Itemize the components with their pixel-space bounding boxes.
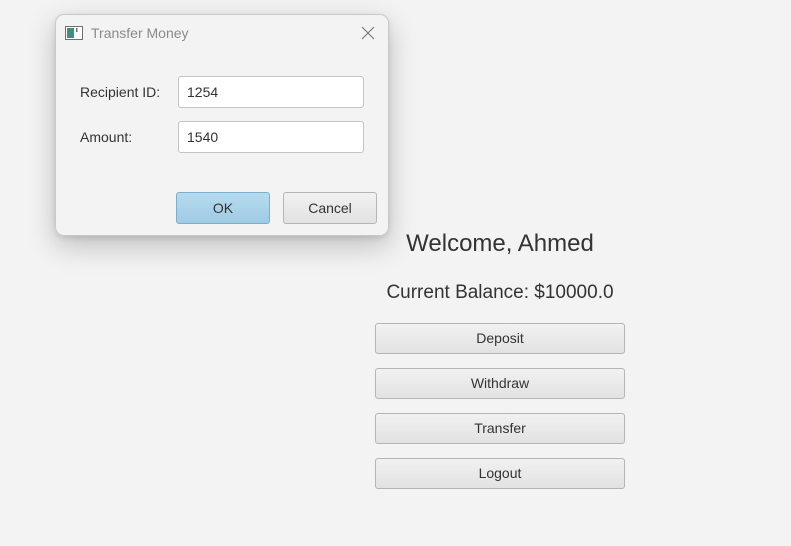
ok-button[interactable]: OK xyxy=(176,192,270,224)
amount-input[interactable] xyxy=(178,121,364,153)
transfer-button[interactable]: Transfer xyxy=(375,413,625,444)
recipient-id-input[interactable] xyxy=(178,76,364,108)
window-app-icon xyxy=(65,26,83,40)
close-icon[interactable] xyxy=(358,23,378,43)
amount-label: Amount: xyxy=(80,129,133,145)
current-balance-label: Current Balance: $10000.0 xyxy=(386,282,614,303)
dialog-title: Transfer Money xyxy=(91,25,189,41)
withdraw-button[interactable]: Withdraw xyxy=(375,368,625,399)
cancel-button[interactable]: Cancel xyxy=(283,192,377,224)
transfer-money-dialog: Transfer Money Recipient ID: Amount: OK … xyxy=(55,14,389,236)
logout-button[interactable]: Logout xyxy=(375,458,625,489)
recipient-id-label: Recipient ID: xyxy=(80,84,161,100)
dialog-titlebar[interactable]: Transfer Money xyxy=(56,15,388,51)
bank-app-window: Welcome, Ahmed Current Balance: $10000.0… xyxy=(0,0,791,546)
deposit-button[interactable]: Deposit xyxy=(375,323,625,354)
